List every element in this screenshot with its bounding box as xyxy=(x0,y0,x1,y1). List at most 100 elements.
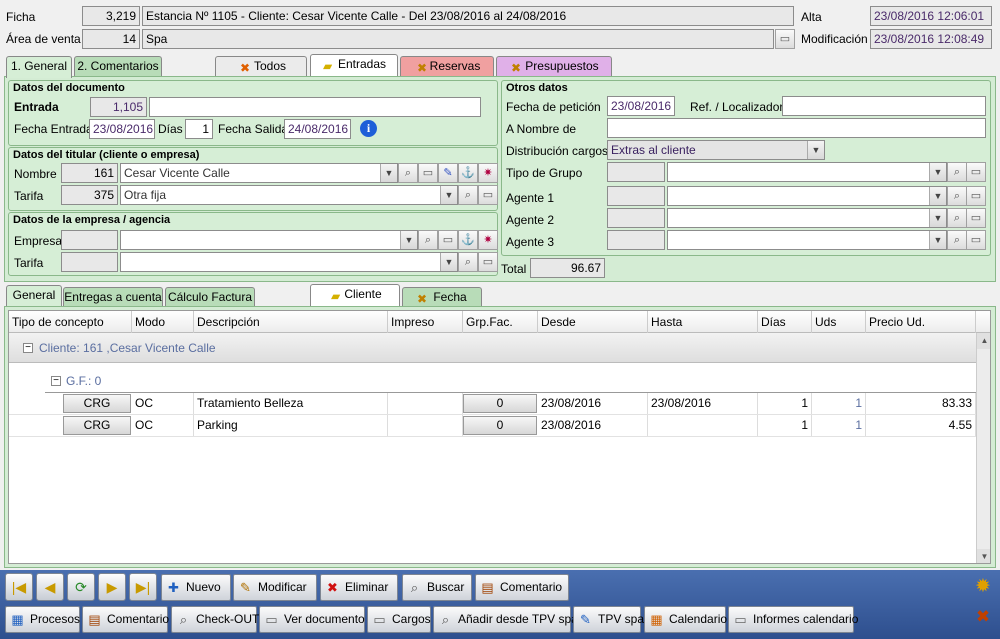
tab-comentarios[interactable]: 2. Comentarios xyxy=(74,56,162,77)
conceptos-grid[interactable]: Tipo de concepto Modo Descripción Impres… xyxy=(8,310,991,564)
last-record-icon[interactable]: ▶| xyxy=(129,573,157,601)
search-button[interactable]: ⌕ xyxy=(458,252,478,272)
subgroup-row[interactable]: − G.F.: 0 xyxy=(45,371,976,393)
tab-entradas[interactable]: ▰ Entradas xyxy=(310,54,398,76)
gear-icon[interactable]: ✹ xyxy=(972,576,994,598)
next-record-icon[interactable]: ▶ xyxy=(98,573,126,601)
edit-button[interactable]: ✎ xyxy=(438,163,458,183)
tab-fecha[interactable]: ✖ Fecha xyxy=(402,287,482,308)
chevron-down-icon[interactable]: ▼ xyxy=(929,231,946,249)
eliminar-button[interactable]: ✖ Eliminar xyxy=(320,574,398,601)
tipo-grupo-combo[interactable]: ▼ xyxy=(667,162,947,182)
col-desde[interactable]: Desde xyxy=(538,311,648,333)
anadir-tpv-button[interactable]: ⌕ Añadir desde TPV spa xyxy=(433,606,578,633)
agente1-combo[interactable]: ▼ xyxy=(667,186,947,206)
search-button[interactable]: ⌕ xyxy=(947,230,967,250)
informes-calendario-button[interactable]: ▭ Informes calendario xyxy=(728,606,858,633)
group-row[interactable]: − Cliente: 161 ,Cesar Vicente Calle xyxy=(9,333,976,363)
area-search-button[interactable]: ▭ xyxy=(775,29,795,49)
folder-button[interactable]: ▭ xyxy=(966,162,986,182)
collapse-icon[interactable]: − xyxy=(51,376,61,386)
chevron-down-icon[interactable]: ▼ xyxy=(440,186,457,204)
tab-presupuestos[interactable]: ✖ Presupuestos xyxy=(496,56,612,77)
folder-button[interactable]: ▭ xyxy=(478,252,498,272)
empresa-tarifa-combo[interactable]: ▼ xyxy=(120,252,458,272)
ver-documento-button[interactable]: ▭ Ver documento xyxy=(259,606,365,633)
star-button[interactable]: ✷ xyxy=(478,163,498,183)
search-button[interactable]: ⌕ xyxy=(947,208,967,228)
col-grpfac[interactable]: Grp.Fac. xyxy=(463,311,538,333)
chevron-down-icon[interactable]: ▼ xyxy=(400,231,417,249)
col-precio[interactable]: Precio Ud. xyxy=(866,311,976,333)
entrada-description-input[interactable] xyxy=(149,97,481,117)
anchor-button[interactable]: ⚓ xyxy=(458,230,478,250)
chevron-down-icon[interactable]: ▼ xyxy=(929,163,946,181)
fecha-entrada-input[interactable]: 23/08/2016 xyxy=(89,119,155,139)
chevron-down-icon[interactable]: ▼ xyxy=(929,187,946,205)
col-modo[interactable]: Modo xyxy=(132,311,194,333)
fecha-salida-input[interactable]: 24/08/2016 xyxy=(284,119,351,139)
nuevo-button[interactable]: ✚ Nuevo xyxy=(161,574,231,601)
tab-reservas[interactable]: ✖ Reservas xyxy=(400,56,494,77)
grpfac-button[interactable]: 0 xyxy=(463,416,537,435)
chevron-down-icon[interactable]: ▼ xyxy=(929,209,946,227)
procesos-button[interactable]: ▦ Procesos xyxy=(5,606,80,633)
table-row[interactable]: CRG OC Tratamiento Belleza 0 23/08/2016 … xyxy=(9,393,976,415)
refresh-icon[interactable]: ⟳ xyxy=(67,573,95,601)
previous-record-icon[interactable]: ◀ xyxy=(36,573,64,601)
fecha-peticion-input[interactable]: 23/08/2016 xyxy=(607,96,675,116)
star-button[interactable]: ✷ xyxy=(478,230,498,250)
info-icon[interactable]: i xyxy=(360,120,377,137)
grpfac-button[interactable]: 0 xyxy=(463,394,537,413)
tarifa-combo[interactable]: Otra fija ▼ xyxy=(120,185,458,205)
folder-button[interactable]: ▭ xyxy=(418,163,438,183)
folder-button[interactable]: ▭ xyxy=(966,208,986,228)
tpv-spa-button[interactable]: ✎ TPV spa xyxy=(573,606,644,633)
checkout-button[interactable]: ⌕ Check-OUT xyxy=(171,606,259,633)
col-dias[interactable]: Días xyxy=(758,311,812,333)
dias-input[interactable]: 1 xyxy=(185,119,213,139)
col-uds[interactable]: Uds xyxy=(812,311,866,333)
modificar-button[interactable]: ✎ Modificar xyxy=(233,574,317,601)
collapse-icon[interactable]: − xyxy=(23,343,33,353)
search-button[interactable]: ⌕ xyxy=(947,186,967,206)
table-row[interactable]: CRG OC Parking 0 23/08/2016 1 1 4.55 xyxy=(9,415,976,437)
first-record-icon[interactable]: |◀ xyxy=(5,573,33,601)
col-tipo[interactable]: Tipo de concepto xyxy=(9,311,132,333)
tipo-button[interactable]: CRG xyxy=(63,394,131,413)
search-button[interactable]: ⌕ xyxy=(398,163,418,183)
comentario-button[interactable]: ▤ Comentario xyxy=(475,574,569,601)
cargos-button[interactable]: ▭ Cargos xyxy=(367,606,431,633)
tab-entregas[interactable]: Entregas a cuenta xyxy=(63,287,163,308)
a-nombre-input[interactable] xyxy=(607,118,986,138)
scroll-down-icon[interactable]: ▼ xyxy=(977,549,990,563)
chevron-down-icon[interactable]: ▼ xyxy=(380,164,397,182)
tab-general[interactable]: 1. General xyxy=(6,56,72,78)
col-descripcion[interactable]: Descripción xyxy=(194,311,388,333)
tab-todos[interactable]: ✖ Todos xyxy=(215,56,307,77)
search-button[interactable]: ⌕ xyxy=(458,185,478,205)
nombre-combo[interactable]: Cesar Vicente Calle ▼ xyxy=(120,163,398,183)
chevron-down-icon[interactable]: ▼ xyxy=(807,141,824,159)
comentario2-button[interactable]: ▤ Comentario xyxy=(82,606,169,633)
ref-input[interactable] xyxy=(782,96,986,116)
empresa-combo[interactable]: ▼ xyxy=(120,230,418,250)
agente2-combo[interactable]: ▼ xyxy=(667,208,947,228)
col-hasta[interactable]: Hasta xyxy=(648,311,758,333)
vertical-scrollbar[interactable]: ▲ ▼ xyxy=(976,333,990,563)
tab-calculo[interactable]: Cálculo Factura xyxy=(165,287,255,308)
folder-button[interactable]: ▭ xyxy=(478,185,498,205)
folder-button[interactable]: ▭ xyxy=(966,230,986,250)
search-button[interactable]: ⌕ xyxy=(947,162,967,182)
buscar-button[interactable]: ⌕ Buscar xyxy=(402,574,472,601)
tipo-button[interactable]: CRG xyxy=(63,416,131,435)
folder-button[interactable]: ▭ xyxy=(438,230,458,250)
col-impreso[interactable]: Impreso xyxy=(388,311,463,333)
chevron-down-icon[interactable]: ▼ xyxy=(440,253,457,271)
search-button[interactable]: ⌕ xyxy=(418,230,438,250)
anchor-button[interactable]: ⚓ xyxy=(458,163,478,183)
agente3-combo[interactable]: ▼ xyxy=(667,230,947,250)
tools-icon[interactable]: ✖ xyxy=(972,606,994,628)
folder-button[interactable]: ▭ xyxy=(966,186,986,206)
tab-lower-general[interactable]: General xyxy=(6,285,62,307)
